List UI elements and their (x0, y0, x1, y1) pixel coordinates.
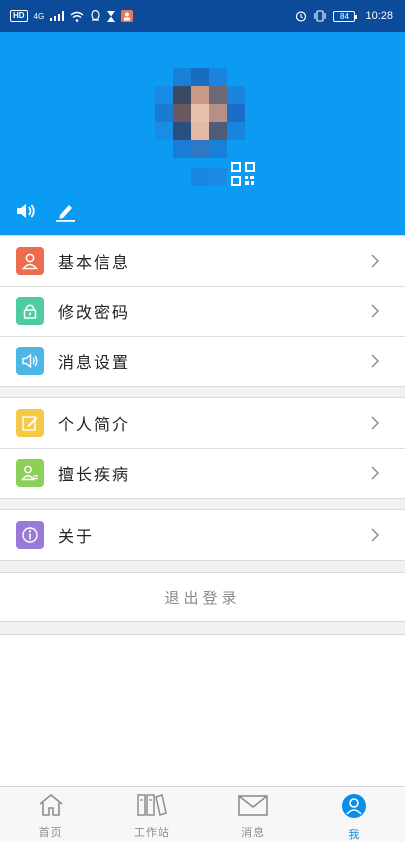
menu-item-change-password[interactable]: 修改密码 (0, 286, 405, 336)
speaker-icon (16, 347, 44, 375)
menu-item-about[interactable]: 关于 (0, 510, 405, 560)
logout-label: 退出登录 (164, 588, 241, 607)
chevron-right-icon (371, 527, 379, 546)
avatar-pixel (191, 122, 209, 140)
chevron-right-icon (371, 415, 379, 434)
menu-item-label: 个人简介 (58, 415, 131, 434)
nav-item-home[interactable]: 首页 (0, 787, 101, 842)
app-notification-icon (121, 10, 134, 22)
status-left: HD 4G (10, 10, 134, 22)
wifi-icon (70, 11, 84, 22)
nav-item-workstation[interactable]: 工作站 (101, 787, 202, 842)
mail-icon (237, 793, 269, 821)
network-type: 4G (33, 11, 45, 21)
nav-item-messages[interactable]: 消息 (203, 787, 304, 842)
menu-item-label: 基本信息 (58, 253, 131, 272)
alarm-icon (295, 10, 307, 22)
menu-group-about: 关于 (0, 509, 405, 561)
avatar-pixel (173, 104, 191, 122)
avatar-pixel (173, 86, 191, 104)
info-icon (16, 521, 44, 549)
avatar-pixel (173, 122, 191, 140)
menu-item-label: 消息设置 (58, 353, 131, 372)
qr-code-icon[interactable] (231, 162, 255, 190)
avatar-pixel (209, 140, 227, 158)
empty-area (0, 634, 405, 786)
signal-icon (50, 11, 65, 21)
user-list-icon (16, 459, 44, 487)
avatar-pixel (227, 104, 245, 122)
menu-item-personal-intro[interactable]: 个人简介 (0, 398, 405, 448)
avatar-pixel (227, 122, 245, 140)
avatar-pixel (155, 122, 173, 140)
avatar-pixel (155, 86, 173, 104)
battery-indicator: 84 (333, 10, 358, 22)
chevron-right-icon (371, 353, 379, 372)
avatar-pixel (209, 68, 227, 86)
menu-item-message-settings[interactable]: 消息设置 (0, 336, 405, 386)
edit-profile-icon[interactable] (55, 202, 77, 226)
nav-item-me[interactable]: 我 (304, 787, 405, 842)
nav-label: 我 (348, 828, 361, 841)
avatar-pixel (191, 86, 209, 104)
user-icon (16, 247, 44, 275)
status-right: 84 10:28 (295, 10, 393, 22)
avatar-pixel (227, 86, 245, 104)
avatar-pixel (173, 140, 191, 158)
menu-group-profile: 个人简介 擅长疾病 (0, 397, 405, 499)
chevron-right-icon (371, 253, 379, 272)
clock-time: 10:28 (365, 10, 393, 22)
menu-item-specialty-diseases[interactable]: 擅长疾病 (0, 448, 405, 498)
menu-item-label: 关于 (58, 527, 95, 546)
hourglass-icon (107, 10, 116, 22)
hd-indicator: HD (10, 10, 28, 22)
avatar-pixel (191, 68, 209, 86)
lock-icon (16, 297, 44, 325)
edit-icon (16, 409, 44, 437)
vibrate-icon (313, 10, 327, 22)
avatar-pixel (173, 68, 191, 86)
speaker-icon[interactable] (15, 202, 37, 224)
avatar-pixel (209, 168, 227, 186)
avatar-pixel (191, 140, 209, 158)
avatar-pixel (209, 104, 227, 122)
nav-label: 工作站 (133, 826, 170, 839)
qq-icon (90, 10, 101, 22)
logout-button[interactable]: 退出登录 (0, 572, 405, 622)
status-bar: HD 4G 84 10:28 (0, 0, 405, 32)
avatar-pixel (191, 104, 209, 122)
workstation-icon (136, 793, 168, 821)
avatar-pixel (191, 168, 209, 186)
chevron-right-icon (371, 465, 379, 484)
menu-item-label: 擅长疾病 (58, 465, 131, 484)
bottom-nav: 首页 工作站 消息 我 (0, 786, 405, 842)
nav-label: 消息 (241, 826, 266, 839)
avatar-pixel (209, 122, 227, 140)
avatar-pixel (155, 104, 173, 122)
chevron-right-icon (371, 303, 379, 322)
profile-header (0, 32, 405, 235)
menu-item-label: 修改密码 (58, 303, 131, 322)
avatar-pixel (209, 86, 227, 104)
menu-item-basic-info[interactable]: 基本信息 (0, 236, 405, 286)
home-icon (38, 793, 64, 821)
menu-group-account: 基本信息 修改密码 消息设置 (0, 235, 405, 387)
nav-label: 首页 (38, 826, 63, 839)
profile-icon (341, 793, 367, 823)
